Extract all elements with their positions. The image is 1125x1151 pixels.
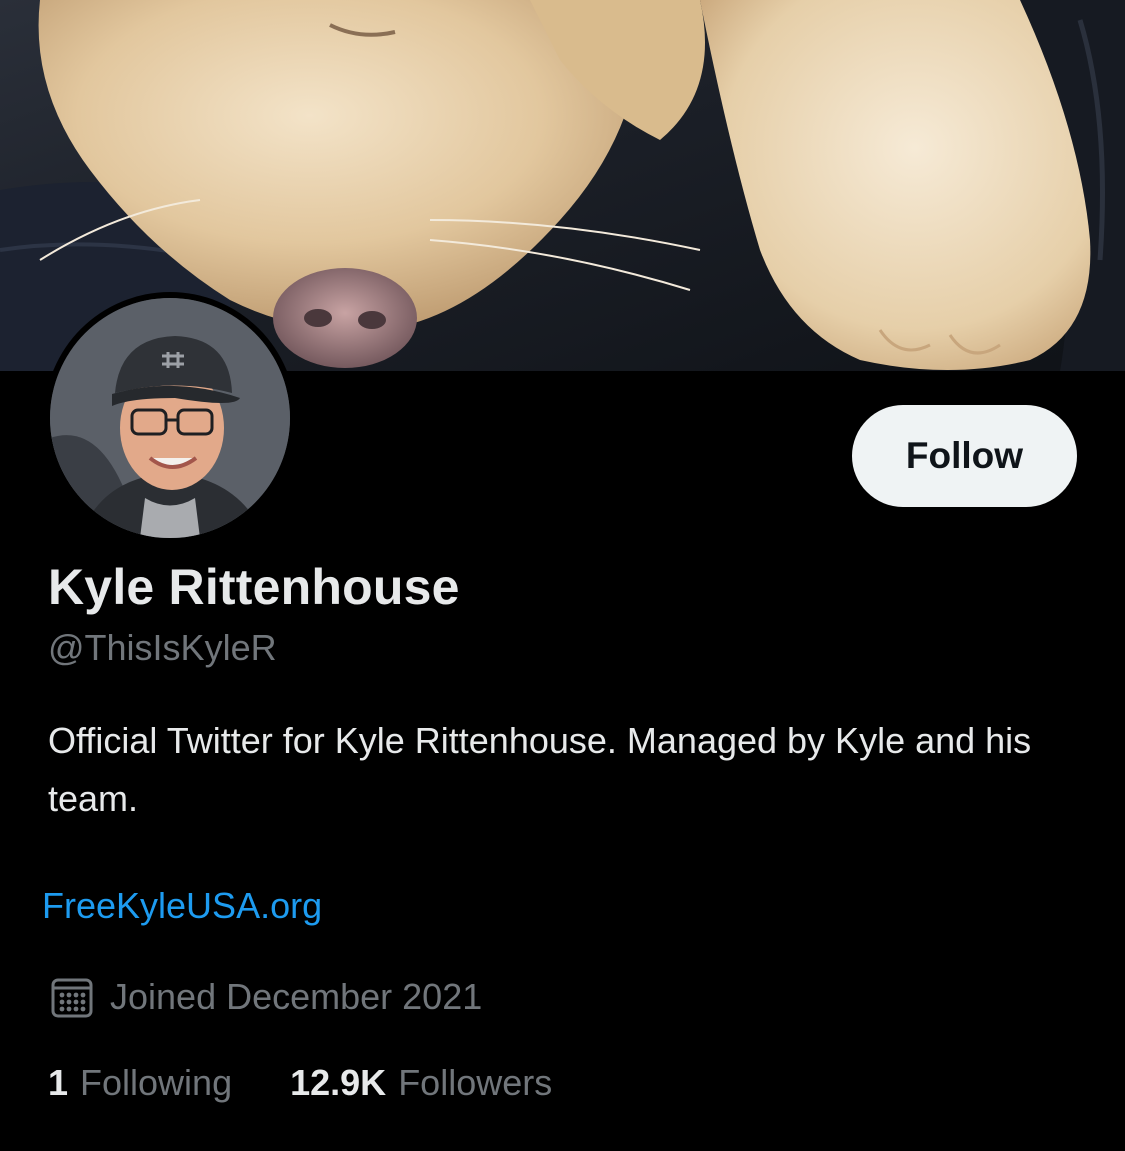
profile-website-link[interactable]: FreeKyleUSA.org [42,885,322,927]
profile-display-name: Kyle Rittenhouse [48,559,460,615]
profile-joined: Joined December 2021 [50,972,482,1022]
profile-handle: @ThisIsKyleR [48,627,277,668]
avatar-person-illustration [50,298,290,538]
profile-avatar[interactable] [44,292,296,544]
followers-count: 12.9K [290,1062,387,1103]
followers-link[interactable]: 12.9K Followers [290,1062,552,1104]
followers-label: Followers [398,1062,553,1103]
calendar-icon [50,975,94,1019]
following-count: 1 [48,1062,69,1103]
follow-button[interactable]: Follow [852,405,1077,507]
profile-bio: Official Twitter for Kyle Rittenhouse. M… [48,720,1032,819]
following-label: Following [80,1062,233,1103]
following-link[interactable]: 1 Following [48,1062,232,1104]
avatar-photo [50,298,290,538]
profile-stats: 1 Following 12.9K Followers [48,1062,552,1104]
joined-date-text: Joined December 2021 [110,976,483,1017]
